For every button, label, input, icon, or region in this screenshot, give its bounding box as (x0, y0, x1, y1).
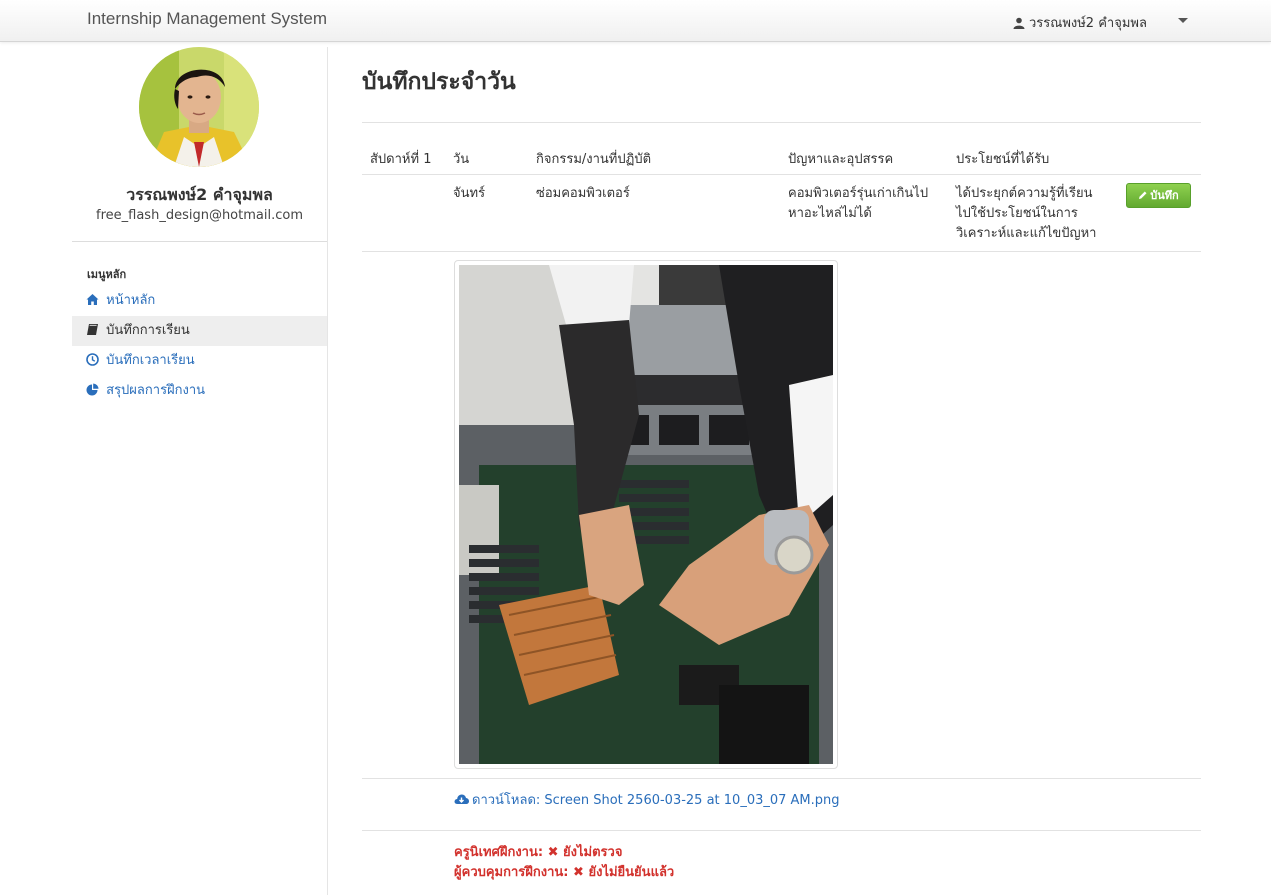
menu-header: เมนูหลัก (87, 268, 127, 281)
sidebar-item-label: สรุปผลการฝึกงาน (106, 383, 206, 398)
cell-day: จันทร์ (453, 186, 486, 201)
sidebar-divider (72, 241, 327, 242)
sidebar: วรรณพงษ์2 คำจุมพล free_flash_design@hotm… (72, 47, 328, 895)
save-button-label: บันทึก (1150, 189, 1179, 202)
attachment-image (459, 265, 833, 764)
sidebar-item-label: หน้าหลัก (106, 293, 156, 308)
table-divider (362, 174, 1201, 175)
download-link[interactable]: ดาวน์โหลด: Screen Shot 2560-03-25 at 10_… (454, 789, 840, 810)
supervisor-status-label: ผู้ควบคุมการฝึกงาน: (454, 865, 569, 880)
sidebar-item-study-record[interactable]: บันทึกการเรียน (72, 316, 327, 346)
page-title: บันทึกประจำวัน (362, 69, 516, 95)
chevron-down-icon[interactable] (1178, 18, 1188, 23)
cell-problem: คอมพิวเตอร์รุ่นเก่าเกินไป หาอะไหล่ไม่ได้ (788, 184, 928, 224)
teacher-status-label: ครูนิเทศฝึกงาน: (454, 845, 544, 860)
sidebar-item-label: บันทึกการเรียน (106, 323, 190, 338)
divider (362, 778, 1201, 779)
cell-benefit-line: ไปใช้ประโยชน์ในการ (956, 206, 1078, 221)
sidebar-item-attendance[interactable]: บันทึกเวลาเรียน (72, 346, 327, 376)
profile-email: free_flash_design@hotmail.com (96, 208, 303, 223)
supervisor-status-value: ยังไม่ยืนยันแล้ว (588, 865, 675, 880)
cell-benefit-line: ได้ประยุกต์ความรู้ที่เรียน (956, 186, 1093, 201)
avatar (139, 47, 259, 167)
supervisor-confirm-status: ผู้ควบคุมการฝึกงาน: ✖ ยังไม่ยืนยันแล้ว (454, 861, 674, 882)
cell-problem-line: คอมพิวเตอร์รุ่นเก่าเกินไป (788, 186, 929, 201)
book-icon (87, 324, 98, 335)
divider (362, 122, 1201, 123)
cross-icon: ✖ (573, 865, 584, 880)
sidebar-item-summary[interactable]: สรุปผลการฝึกงาน (72, 376, 327, 406)
column-header-activity: กิจกรรม/งานที่ปฏิบัติ (536, 152, 652, 167)
user-menu-name: วรรณพงษ์2 คำจุมพล (1029, 16, 1147, 31)
cell-benefit: ได้ประยุกต์ความรู้ที่เรียน ไปใช้ประโยชน์… (956, 184, 1096, 244)
home-icon (86, 294, 99, 305)
app-brand[interactable]: Internship Management System (87, 9, 327, 29)
divider (362, 830, 1201, 831)
pie-chart-icon (86, 383, 99, 396)
cell-activity: ซ่อมคอมพิวเตอร์ (536, 186, 630, 201)
teacher-review-status: ครูนิเทศฝึกงาน: ✖ ยังไม่ตรวจ (454, 841, 622, 862)
pencil-icon (1139, 191, 1147, 199)
sidebar-item-label: บันทึกเวลาเรียน (106, 353, 195, 368)
cell-benefit-line: วิเคราะห์และแก้ไขปัญหา (956, 226, 1097, 241)
cell-problem-line: หาอะไหล่ไม่ได้ (788, 206, 872, 221)
profile-name: วรรณพงษ์2 คำจุมพล (126, 185, 273, 204)
top-navbar: Internship Management System วรรณพงษ์2 ค… (0, 0, 1271, 42)
table-divider (362, 251, 1201, 252)
cross-icon: ✖ (547, 845, 559, 860)
cloud-download-icon (454, 794, 469, 804)
column-header-week: สัปดาห์ที่ 1 (370, 152, 432, 167)
column-header-benefit: ประโยชน์ที่ได้รับ (956, 152, 1050, 167)
column-header-day: วัน (453, 152, 470, 167)
teacher-status-value: ยังไม่ตรวจ (563, 845, 623, 860)
user-icon (1013, 17, 1025, 29)
clock-icon (86, 353, 99, 366)
column-header-problem: ปัญหาและอุปสรรค (788, 152, 894, 167)
download-link-label: ดาวน์โหลด: Screen Shot 2560-03-25 at 10_… (472, 793, 840, 808)
sidebar-item-home[interactable]: หน้าหลัก (72, 286, 327, 316)
user-menu[interactable]: วรรณพงษ์2 คำจุมพล (1013, 12, 1147, 33)
attachment-photo[interactable] (454, 260, 838, 769)
save-button[interactable]: บันทึก (1126, 183, 1191, 208)
